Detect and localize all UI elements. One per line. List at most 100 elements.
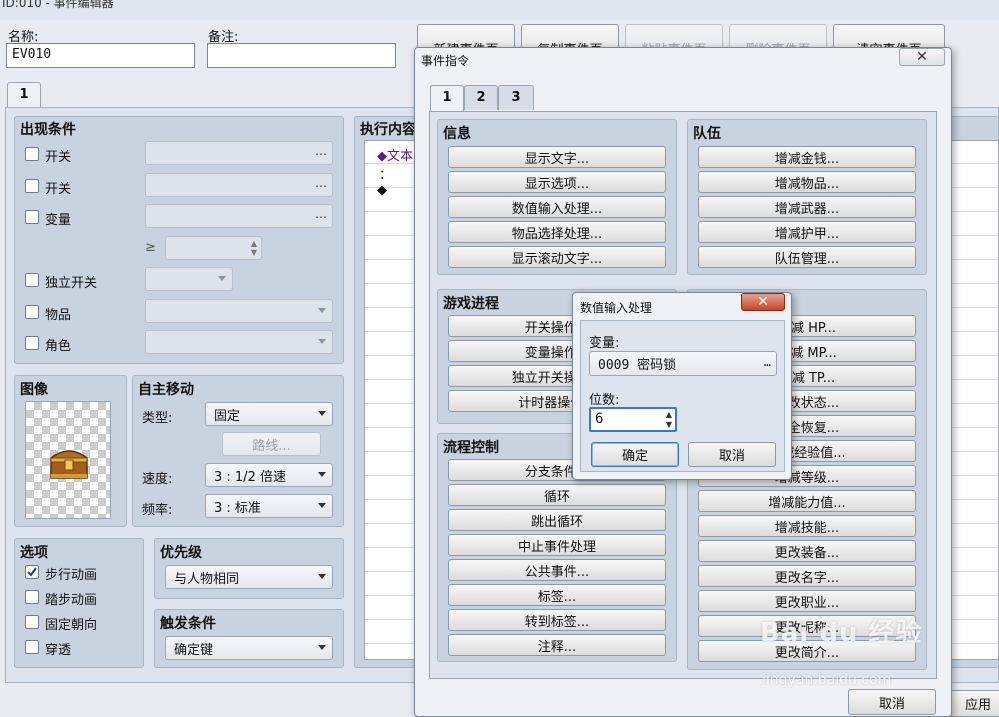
digits-value: 6 bbox=[595, 411, 604, 427]
apply-button[interactable]: 应用 bbox=[948, 690, 999, 717]
commands-tab-1[interactable]: 1 bbox=[430, 85, 464, 112]
spinner-arrows-icon: ▲ ▼ bbox=[250, 239, 257, 257]
chevron-down-icon bbox=[318, 339, 326, 344]
self-switch-checkbox[interactable] bbox=[25, 273, 39, 287]
command-line-empty[interactable]: ◆ bbox=[377, 183, 387, 198]
actor-checkbox[interactable] bbox=[25, 336, 39, 350]
self-switch-label: 独立开关 bbox=[45, 276, 98, 291]
watermark-brand: Bai du 经验 bbox=[760, 618, 923, 648]
variable-value: 0009 密码锁 bbox=[598, 358, 677, 373]
item-selector[interactable] bbox=[145, 299, 333, 323]
route-button[interactable]: 路线... bbox=[222, 432, 321, 456]
break-loop-button[interactable]: 跳出循环 bbox=[448, 509, 666, 531]
step-anim-checkbox[interactable] bbox=[25, 590, 39, 604]
name-input[interactable]: EV010 bbox=[6, 43, 195, 68]
walk-anim-label: 步行动画 bbox=[45, 568, 98, 583]
walk-anim-checkbox[interactable] bbox=[25, 565, 39, 579]
self-switch-selector[interactable] bbox=[145, 267, 233, 291]
trigger-title: 触发条件 bbox=[160, 616, 216, 632]
digits-spinner[interactable]: 6 ▲ ▼ bbox=[589, 407, 677, 432]
select-item-button[interactable]: 物品选择处理... bbox=[448, 221, 666, 243]
contents-title: 执行内容 bbox=[360, 122, 416, 138]
label-button[interactable]: 标签... bbox=[448, 584, 666, 606]
input-number-button[interactable]: 数值输入处理... bbox=[448, 196, 666, 218]
commands-tab-2[interactable]: 2 bbox=[464, 85, 498, 110]
ellipsis-icon: … bbox=[315, 144, 327, 158]
switch2-checkbox[interactable] bbox=[25, 179, 39, 193]
common-event-button[interactable]: 公共事件... bbox=[448, 559, 666, 581]
freq-select[interactable]: 3 : 标准 bbox=[205, 494, 333, 518]
change-items-button[interactable]: 增减物品... bbox=[698, 171, 916, 193]
note-input[interactable] bbox=[207, 43, 396, 68]
jump-to-label-button[interactable]: 转到标签... bbox=[448, 609, 666, 631]
comment-button[interactable]: 注释... bbox=[448, 634, 666, 656]
check-icon bbox=[27, 567, 37, 577]
speed-select[interactable]: 3 : 1/2 倍速 bbox=[205, 463, 333, 487]
variable-selector[interactable]: … bbox=[145, 204, 333, 228]
move-type-value: 固定 bbox=[214, 408, 241, 424]
variable-label: 变量 bbox=[45, 213, 72, 228]
move-type-select[interactable]: 固定 bbox=[205, 402, 333, 426]
actor-selector[interactable] bbox=[145, 330, 333, 354]
ellipsis-icon: … bbox=[315, 176, 327, 190]
exit-event-button[interactable]: 中止事件处理 bbox=[448, 534, 666, 556]
change-armors-button[interactable]: 增减护甲... bbox=[698, 221, 916, 243]
switch2-selector[interactable]: … bbox=[145, 173, 333, 197]
variable-value-spinner[interactable]: ▲ ▼ bbox=[165, 236, 262, 260]
item-checkbox[interactable] bbox=[25, 305, 39, 319]
show-text-button[interactable]: 显示文字... bbox=[448, 146, 666, 168]
change-weapons-button[interactable]: 增减武器... bbox=[698, 196, 916, 218]
show-choices-button[interactable]: 显示选项... bbox=[448, 171, 666, 193]
speed-label: 速度: bbox=[142, 472, 173, 487]
switch1-selector[interactable]: … bbox=[145, 141, 333, 165]
through-checkbox[interactable] bbox=[25, 640, 39, 654]
freq-label: 频率: bbox=[142, 503, 173, 518]
switch1-checkbox[interactable] bbox=[25, 147, 39, 161]
event-image[interactable] bbox=[25, 401, 111, 519]
change-skill-button[interactable]: 增减技能... bbox=[698, 515, 916, 537]
commands-tab-3[interactable]: 3 bbox=[498, 85, 534, 110]
move-type-label: 类型: bbox=[142, 411, 173, 426]
treasure-chest-icon bbox=[50, 450, 88, 479]
trigger-value: 确定键 bbox=[174, 642, 214, 658]
commands-dialog-close-icon[interactable]: ✕ bbox=[899, 48, 945, 66]
change-party-button[interactable]: 队伍管理... bbox=[698, 246, 916, 268]
variable-select[interactable]: 0009 密码锁 … bbox=[589, 351, 777, 376]
variable-checkbox[interactable] bbox=[25, 210, 39, 224]
change-parameter-button[interactable]: 增减能力值... bbox=[698, 490, 916, 512]
chevron-down-icon bbox=[318, 503, 326, 508]
change-equipment-button[interactable]: 更改装备... bbox=[698, 540, 916, 562]
priority-select[interactable]: 与人物相同 bbox=[165, 565, 333, 589]
conditions-title: 出现条件 bbox=[20, 122, 76, 138]
actor-label: 角色 bbox=[45, 339, 72, 354]
loop-button[interactable]: 循环 bbox=[448, 484, 666, 506]
party-title: 队伍 bbox=[693, 126, 721, 142]
progress-title: 游戏进程 bbox=[443, 296, 499, 312]
commands-cancel-button[interactable]: 取消 bbox=[848, 689, 936, 715]
digits-label: 位数: bbox=[589, 393, 620, 408]
chevron-down-icon bbox=[318, 472, 326, 477]
image-title: 图像 bbox=[20, 382, 48, 398]
chevron-down-icon bbox=[318, 574, 326, 579]
spinner-arrows-icon[interactable]: ▲ ▼ bbox=[666, 410, 672, 430]
command-line-text[interactable]: ◆文本 bbox=[377, 145, 413, 164]
through-label: 穿透 bbox=[45, 643, 72, 658]
ellipsis-icon: … bbox=[315, 207, 327, 221]
direction-fix-checkbox[interactable] bbox=[25, 615, 39, 629]
input-number-close-icon[interactable]: ✕ bbox=[741, 293, 785, 311]
cancel-button[interactable]: 取消 bbox=[688, 442, 776, 467]
change-name-button[interactable]: 更改名字... bbox=[698, 565, 916, 587]
change-gold-button[interactable]: 增减金钱... bbox=[698, 146, 916, 168]
autonomous-title: 自主移动 bbox=[138, 382, 194, 398]
change-class-button[interactable]: 更改职业... bbox=[698, 590, 916, 612]
priority-value: 与人物相同 bbox=[174, 571, 240, 587]
priority-title: 优先级 bbox=[160, 545, 202, 561]
scroll-text-button[interactable]: 显示滚动文字... bbox=[448, 246, 666, 268]
switch2-label: 开关 bbox=[45, 182, 72, 197]
commands-dialog-title: 事件指令 bbox=[421, 54, 470, 68]
watermark-url: jingyan.baidu.com bbox=[762, 672, 892, 688]
command-line-continuation[interactable]: ： bbox=[379, 164, 392, 183]
ok-button[interactable]: 确定 bbox=[591, 442, 679, 467]
trigger-select[interactable]: 确定键 bbox=[165, 636, 333, 660]
page-tab-1[interactable]: 1 bbox=[7, 82, 41, 108]
